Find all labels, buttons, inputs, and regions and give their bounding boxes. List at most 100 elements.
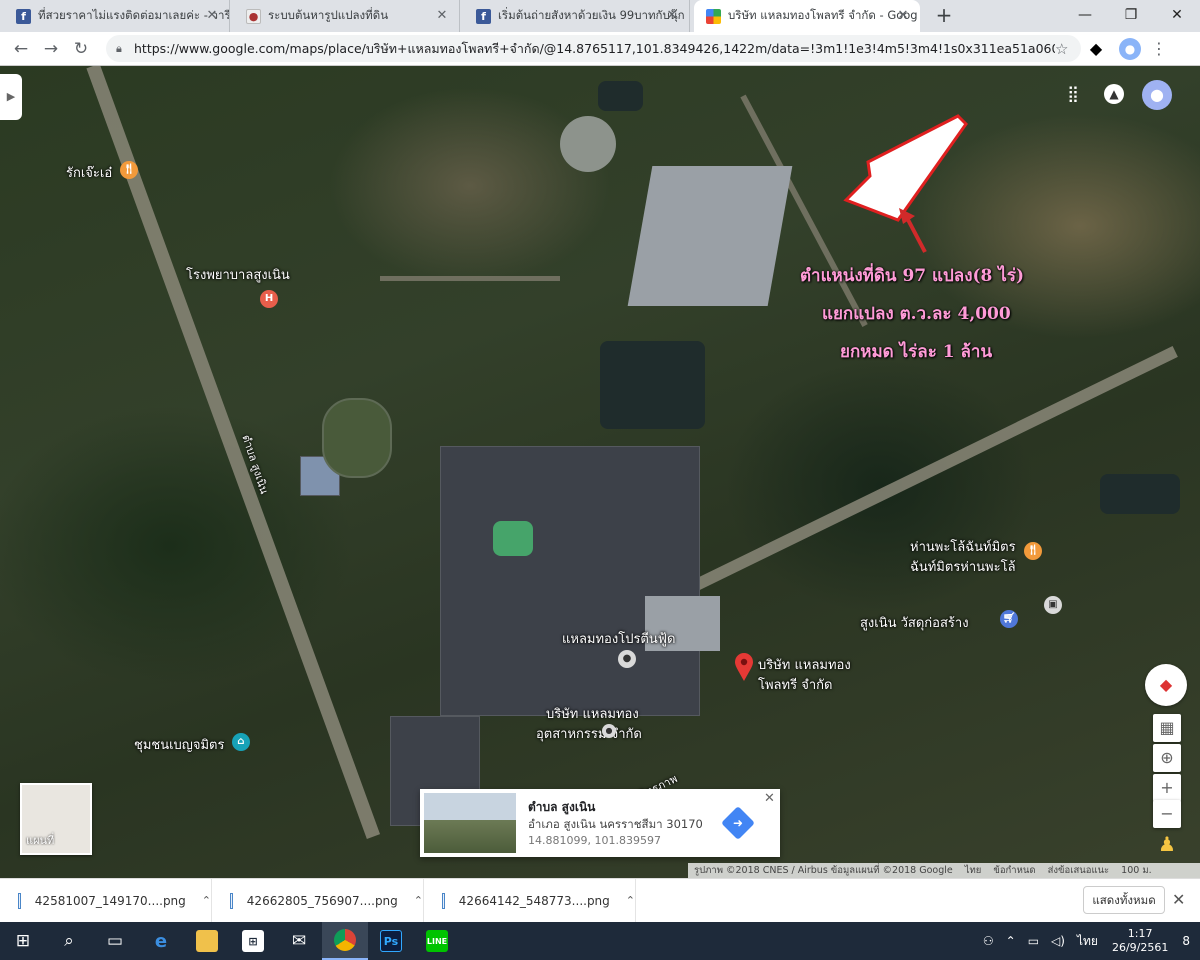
tab-facebook-1[interactable]: f ที่สวยราคาไม่แรงติดต่อมาเลยค่ะ - วารีจ… [4, 0, 230, 32]
imagery-credit: รูปภาพ ©2018 CNES / Airbus ข้อมูลแผนที่ … [694, 865, 953, 876]
store-pin-icon[interactable]: 🛒︎ [1000, 610, 1018, 628]
chevron-up-icon[interactable]: ⌃ [626, 894, 635, 907]
road-minor [380, 276, 560, 281]
feedback-link[interactable]: ส่งข้อเสนอแนะ [1048, 863, 1110, 878]
bookmark-star-icon[interactable]: ☆ [1055, 40, 1071, 58]
chrome-icon[interactable] [322, 922, 368, 960]
chevron-up-icon[interactable]: ⌃ [414, 894, 423, 907]
url-omnibox[interactable]: 🔒︎ https://www.google.com/maps/place/บริ… [106, 35, 1081, 62]
poi-label-industry-1[interactable]: บริษัท แหลมทอง [546, 703, 639, 724]
bus-stop-icon[interactable]: ▣ [1044, 596, 1062, 614]
new-tab-button[interactable]: + [928, 0, 960, 32]
info-card-address: อำเภอ สูงเนิน นครราชสีมา 30170 [528, 817, 703, 831]
directions-icon: ➜ [732, 816, 744, 830]
restore-button[interactable]: ❐ [1108, 0, 1154, 32]
close-icon[interactable]: ✕ [663, 7, 681, 25]
mail-icon[interactable]: ✉ [276, 922, 322, 960]
account-avatar-icon[interactable]: ● [1142, 80, 1172, 110]
forward-button[interactable]: → [36, 34, 66, 64]
selected-place-pin-icon[interactable] [734, 652, 754, 682]
satellite-toggle-button[interactable]: ▦ [1153, 714, 1181, 742]
image-file-icon [18, 892, 21, 909]
zoom-out-button[interactable]: − [1153, 800, 1181, 828]
poi-label-poultry-2[interactable]: โพลทรี จำกัด [758, 674, 832, 695]
reload-button[interactable]: ↻ [66, 34, 96, 64]
my-location-button[interactable]: ⊕ [1153, 744, 1181, 772]
edge-icon[interactable]: e [138, 922, 184, 960]
directions-button[interactable]: ➜ [721, 806, 755, 840]
factory-roof-north [627, 166, 793, 306]
lock-icon: 🔒︎ [116, 41, 122, 55]
clock-time: 1:17 [1127, 927, 1153, 940]
minimize-button[interactable]: — [1062, 0, 1108, 32]
profile-avatar-icon[interactable]: ● [1119, 37, 1141, 60]
search-icon[interactable]: ⌕ [46, 922, 92, 960]
tab-land-search[interactable]: ● ระบบต้นหารูปแปลงที่ดิน ✕ [234, 0, 460, 32]
tab-google-maps[interactable]: บริษัท แหลมทองโพลทรี จำกัด - Goog ✕ [694, 0, 920, 32]
poi-label-palo-2[interactable]: ฉันท์มิตรห่านพะโล้ [910, 556, 1016, 577]
notification-count[interactable]: 8 [1182, 934, 1190, 948]
hospital-pin-icon[interactable]: H [260, 290, 278, 308]
side-panel-toggle[interactable]: ▶ [0, 74, 22, 120]
map-footer: รูปภาพ ©2018 CNES / Airbus ข้อมูลแผนที่ … [688, 863, 1200, 878]
download-item[interactable]: 42581007_149170....png ⌃ [0, 878, 212, 923]
poi-label-hardware[interactable]: สูงเนิน วัสดุก่อสร้าง [860, 612, 969, 633]
poi-label-industry-2[interactable]: อุตสาหกรรม จำกัด [536, 723, 642, 744]
poi-label-hospital[interactable]: โรงพยาบาลสูงเนิน [186, 264, 290, 285]
close-icon[interactable]: ✕ [203, 7, 221, 25]
poi-label-protein-food[interactable]: แหลมทองโปรตีนฟู้ด [562, 628, 675, 649]
network-icon[interactable]: ▭ [1028, 934, 1039, 948]
back-button[interactable]: ← [6, 34, 36, 64]
clock[interactable]: 1:17 26/9/2561 [1112, 927, 1168, 955]
notifications-icon[interactable]: ▲ [1104, 84, 1124, 104]
language-link[interactable]: ไทย [965, 863, 982, 878]
window-controls: — ❐ ✕ [1062, 0, 1200, 32]
annotation-line-1: ตำแหน่งที่ดิน 97 แปลง(8 ไร่) [800, 266, 1025, 286]
download-item[interactable]: 42662805_756907....png ⌃ [212, 878, 424, 923]
satellite-map[interactable]: ตำแหน่งที่ดิน 97 แปลง(8 ไร่) แยกแปลง ต.ว… [0, 66, 1200, 878]
pond-north [600, 341, 705, 429]
download-bar: 42581007_149170....png ⌃ 42662805_756907… [0, 878, 1200, 923]
extension-icon[interactable]: ◆ [1081, 39, 1111, 58]
terms-link[interactable]: ข้อกำหนด [993, 863, 1035, 878]
show-all-downloads-button[interactable]: แสดงทั้งหมด [1083, 886, 1165, 914]
chevron-up-icon[interactable]: ⌃ [1006, 934, 1016, 948]
poi-label-palo-1[interactable]: ห่านพะโล้ฉันท์มิตร [910, 536, 1016, 557]
poi-label-community[interactable]: ชุมชนเบญจมิตร [134, 734, 225, 755]
tab-facebook-2[interactable]: f เริ่มต้นถ่ายสังหาด้วยเงิน 99บาทกับนุ๊ก… [464, 0, 690, 32]
input-language[interactable]: ไทย [1077, 932, 1098, 951]
restaurant-pin-icon[interactable]: 🍴︎ [120, 161, 138, 179]
store-icon[interactable]: ⊞ [230, 922, 276, 960]
community-pin-icon[interactable]: ⌂ [232, 733, 250, 751]
restaurant-pin-icon[interactable]: 🍴︎ [1024, 542, 1042, 560]
close-icon[interactable]: ✕ [1172, 890, 1185, 909]
task-view-icon[interactable]: ▭ [92, 922, 138, 960]
place-info-card[interactable]: ตำบล สูงเนิน อำเภอ สูงเนิน นครราชสีมา 30… [420, 789, 780, 857]
people-icon[interactable]: ⚇ [983, 934, 994, 948]
chevron-up-icon[interactable]: ⌃ [202, 894, 211, 907]
close-window-button[interactable]: ✕ [1154, 0, 1200, 32]
place-pin-icon[interactable]: ● [618, 650, 636, 668]
compass-icon[interactable]: ◆ [1145, 664, 1187, 706]
close-icon[interactable]: ✕ [764, 791, 775, 806]
menu-kebab-icon[interactable]: ⋮ [1149, 39, 1169, 58]
map-layer-thumbnail[interactable]: แผนที่ [20, 783, 92, 855]
tab-label: เริ่มต้นถ่ายสังหาด้วยเงิน 99บาทกับนุ๊ก [498, 8, 685, 22]
line-icon[interactable]: LINE [414, 922, 460, 960]
volume-icon[interactable]: ◁) [1051, 934, 1065, 948]
close-icon[interactable]: ✕ [894, 7, 912, 25]
file-explorer-icon[interactable] [184, 922, 230, 960]
photoshop-icon[interactable]: Ps [368, 922, 414, 960]
poi-label-poultry-1[interactable]: บริษัท แหลมทอง [758, 654, 851, 675]
annotation-line-3: ยกหมด ไร่ละ 1 ล้าน [840, 342, 993, 362]
windows-start-icon[interactable]: ⊞ [0, 922, 46, 960]
pegman-icon[interactable]: ♟ [1153, 830, 1181, 858]
info-card-title: ตำบล สูงเนิน [528, 800, 596, 814]
close-icon[interactable]: ✕ [433, 7, 451, 25]
download-item[interactable]: 42664142_548773....png ⌃ [424, 878, 636, 923]
place-pin-icon[interactable]: ● [602, 724, 616, 738]
zoom-in-button[interactable]: + [1153, 774, 1181, 802]
apps-grid-icon[interactable]: ⣿ [1063, 84, 1083, 104]
poi-label-rakjee[interactable]: รักเจ๊ะเอ๋ [66, 162, 112, 183]
street-view-thumbnail[interactable] [424, 793, 516, 853]
